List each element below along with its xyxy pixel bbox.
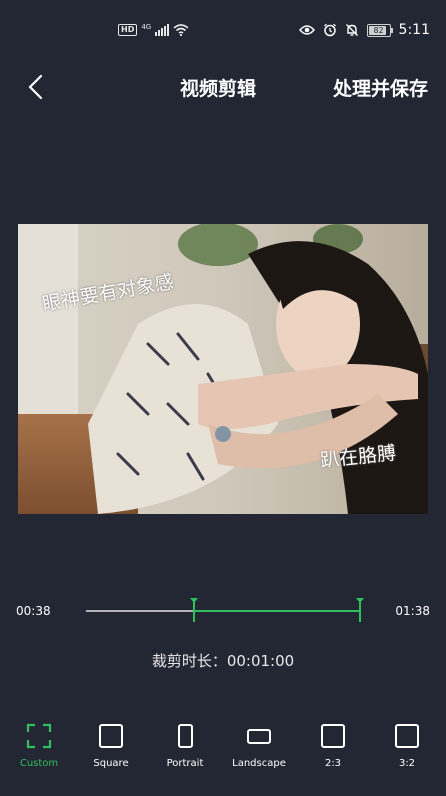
end-time: 01:38	[395, 604, 430, 618]
ratio-label: Custom	[19, 758, 59, 769]
process-save-button[interactable]: 处理并保存	[333, 74, 428, 101]
status-bar: HD 4G 82 5:11	[0, 0, 446, 62]
network-label: 4G	[141, 23, 152, 31]
ratio-3-2-icon	[395, 724, 419, 748]
ratio-custom[interactable]: Custom	[2, 718, 76, 769]
timeline-track-unselected	[86, 610, 194, 612]
page-title: 视频剪辑	[180, 78, 257, 100]
preview-image	[18, 224, 428, 514]
ratio-landscape[interactable]: Landscape	[222, 718, 296, 769]
trim-timeline: 00:38 01:38	[0, 592, 446, 632]
hd-badge: HD	[118, 24, 138, 36]
signal-icon	[155, 24, 170, 36]
timeline-track-selected	[194, 610, 360, 612]
landscape-icon	[247, 728, 271, 744]
ratio-label: Landscape	[232, 758, 286, 769]
mute-bell-icon	[345, 24, 358, 36]
eye-icon	[298, 25, 315, 35]
status-right: 82 5:11	[298, 22, 430, 38]
aspect-ratio-bar: Custom Square Portrait Landscape 2:3 3:2	[0, 718, 446, 778]
trim-start-handle[interactable]	[190, 598, 198, 622]
ratio-3-2[interactable]: 3:2	[370, 718, 444, 769]
ratio-square[interactable]: Square	[74, 718, 148, 769]
battery-icon: 82	[366, 23, 393, 37]
portrait-icon	[177, 724, 193, 748]
clock: 5:11	[398, 22, 430, 38]
status-left: HD 4G	[118, 23, 189, 36]
header-bar: 视频剪辑 处理并保存	[0, 62, 446, 112]
ratio-label: 3:2	[398, 758, 416, 769]
crop-free-icon	[26, 723, 52, 749]
alarm-icon	[323, 23, 336, 37]
ratio-2-3[interactable]: 2:3	[296, 718, 370, 769]
battery-level: 82	[373, 25, 384, 35]
start-time: 00:38	[16, 604, 51, 618]
ratio-2-3-icon	[321, 724, 345, 748]
trim-end-handle[interactable]	[356, 598, 364, 622]
wifi-icon	[173, 24, 189, 36]
trim-duration: 裁剪时长：00:01:00	[151, 652, 295, 670]
ratio-label: Portrait	[166, 758, 204, 769]
square-icon	[99, 724, 123, 748]
ratio-label: Square	[93, 758, 129, 769]
ratio-portrait[interactable]: Portrait	[148, 718, 222, 769]
video-preview: 眼神要有对象感 趴在胳膊	[18, 224, 428, 514]
ratio-label: 2:3	[324, 758, 342, 769]
back-chevron-icon[interactable]	[22, 72, 52, 102]
